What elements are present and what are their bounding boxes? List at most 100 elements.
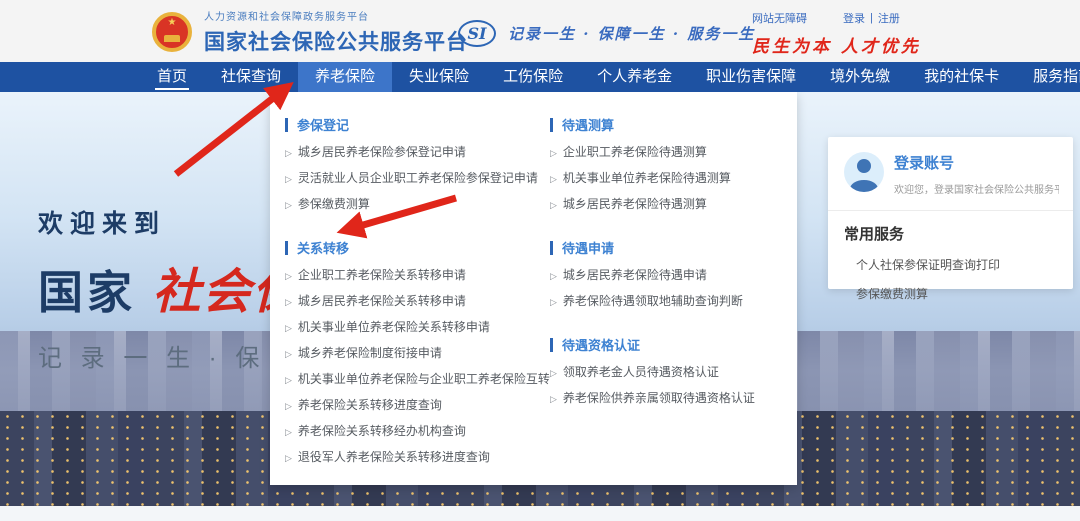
- nav-item-work-injury[interactable]: 工伤保险: [486, 62, 580, 92]
- bottom-strip: [0, 506, 1080, 521]
- top-header: 人力资源和社会保障政务服务平台 国家社会保险公共服务平台 SI 记录一生 · 保…: [0, 0, 1080, 62]
- triangle-bullet-icon: ▷: [285, 401, 292, 411]
- section-bar-icon: [550, 118, 553, 132]
- nav-item-service-guide[interactable]: 服务指南: [1016, 62, 1080, 92]
- dropdown-col-1: 参保登记 ▷ 城乡居民养老保险参保登记申请 ▷灵活就业人员企业职工养老保险参保登记…: [285, 92, 535, 465]
- login-card: 登录账号 欢迎您，登录国家社会保险公共服务平台！ 常用服务 个人社保参保证明查询…: [828, 137, 1073, 289]
- menu-item-label: 城乡养老保险制度衔接申请: [298, 346, 442, 360]
- brand-block: 人力资源和社会保障政务服务平台 国家社会保险公共服务平台: [152, 8, 468, 56]
- section-bar-icon: [285, 241, 288, 255]
- menu-item-label: 城乡居民养老保险参保登记申请: [298, 145, 466, 159]
- login-link[interactable]: 登录: [843, 10, 865, 26]
- nav-item-occupational-injury[interactable]: 职业伤害保障: [689, 62, 813, 92]
- section-title-benefit-apply: 待遇申请: [550, 238, 780, 257]
- menu-item[interactable]: ▷企业职工养老保险关系转移申请: [285, 268, 535, 283]
- nav-item-social-query[interactable]: 社保查询: [204, 62, 298, 92]
- triangle-bullet-icon: ▷: [285, 375, 292, 385]
- section-title-benefit-calc: 待遇测算: [550, 115, 780, 134]
- hero-banner: 欢迎来到 国家 社会保 记 录 一 生 · 保 障 参保登记 ▷城乡居民养老保险…: [0, 92, 1080, 506]
- triangle-bullet-icon: ▷: [550, 271, 557, 281]
- menu-item-label: 城乡居民养老保险待遇申请: [563, 268, 707, 282]
- triangle-bullet-icon: ▷: [550, 394, 557, 404]
- section-bar-icon: [550, 338, 553, 352]
- triangle-bullet-icon: ▷: [550, 297, 557, 307]
- menu-item[interactable]: ▷ 城乡养老保险制度衔接申请: [285, 346, 535, 361]
- menu-item[interactable]: ▷ 参保缴费测算: [285, 197, 535, 212]
- login-card-top: 登录账号 欢迎您，登录国家社会保险公共服务平台！: [828, 137, 1073, 211]
- nav-item-my-card[interactable]: 我的社保卡: [907, 62, 1016, 92]
- triangle-bullet-icon: ▷: [550, 174, 557, 184]
- login-welcome-text: 欢迎您，登录国家社会保险公共服务平台！: [894, 181, 1059, 196]
- menu-item-label: 参保缴费测算: [298, 197, 370, 211]
- si-logo-icon: SI: [458, 20, 496, 47]
- nav-item-home[interactable]: 首页: [140, 62, 204, 92]
- platform-subtitle: 人力资源和社会保障政务服务平台: [204, 8, 468, 23]
- dropdown-col-2: 待遇测算 ▷企业职工养老保险待遇测算 ▷机关事业单位养老保险待遇测算 ▷城乡居民…: [535, 92, 780, 465]
- triangle-bullet-icon: ▷: [285, 323, 292, 333]
- triangle-bullet-icon: ▷: [285, 148, 292, 158]
- menu-item[interactable]: ▷城乡居民养老保险关系转移申请: [285, 294, 535, 309]
- brand-text: 人力资源和社会保障政务服务平台 国家社会保险公共服务平台: [204, 8, 468, 56]
- triangle-bullet-icon: ▷: [550, 368, 557, 378]
- menu-item[interactable]: ▷ 城乡居民养老保险待遇申请: [550, 268, 780, 283]
- calligraphy-motto: 民生为本 人才优先: [752, 32, 982, 57]
- section-bar-icon: [285, 118, 288, 132]
- nav-item-pension[interactable]: 养老保险: [298, 62, 392, 92]
- menu-item[interactable]: ▷ 养老保险供养亲属领取待遇资格认证: [550, 391, 780, 406]
- triangle-bullet-icon: ▷: [285, 200, 292, 210]
- menu-item[interactable]: ▷领取养老金人员待遇资格认证: [550, 365, 780, 380]
- menu-item[interactable]: ▷ 机关事业单位养老保险关系转移申请: [285, 320, 535, 335]
- service-link-contribution-calc[interactable]: 参保缴费测算: [856, 285, 1057, 302]
- menu-item-label: 机关事业单位养老保险待遇测算: [563, 171, 731, 185]
- menu-item-label: 养老保险供养亲属领取待遇资格认证: [563, 391, 755, 405]
- nav-item-personal-pension[interactable]: 个人养老金: [580, 62, 689, 92]
- section-title-qualification: 待遇资格认证: [550, 335, 780, 354]
- menu-item-label: 养老保险关系转移进度查询: [298, 398, 442, 412]
- header-right: 网站无障碍 登录 | 注册 民生为本 人才优先: [752, 10, 982, 57]
- common-services: 常用服务 个人社保参保证明查询打印 参保缴费测算: [828, 211, 1073, 302]
- slogan-block: SI 记录一生 · 保障一生 · 服务一生: [458, 20, 755, 47]
- banner-welcome-block: 欢迎来到 国家 社会保 记 录 一 生 · 保 障: [38, 204, 308, 373]
- menu-item[interactable]: ▷城乡居民养老保险待遇测算: [550, 197, 780, 212]
- section-title-text: 参保登记: [297, 115, 349, 134]
- banner-welcome-text: 欢迎来到: [38, 204, 308, 240]
- banner-title-prefix: 国家: [38, 267, 136, 318]
- accessibility-link[interactable]: 网站无障碍: [752, 10, 807, 26]
- menu-item[interactable]: ▷ 城乡居民养老保险参保登记申请: [285, 145, 535, 160]
- service-link-certificate-print[interactable]: 个人社保参保证明查询打印: [856, 256, 1057, 273]
- link-separator: |: [870, 12, 873, 24]
- banner-subtitle: 记 录 一 生 · 保 障: [38, 338, 308, 373]
- menu-item-label: 机关事业单位养老保险与企业职工养老保险互转: [298, 372, 550, 386]
- register-link[interactable]: 注册: [878, 10, 900, 26]
- menu-item-label: 城乡居民养老保险待遇测算: [563, 197, 707, 211]
- section-title-text: 待遇测算: [562, 115, 614, 134]
- section-title-text: 待遇资格认证: [562, 335, 640, 354]
- nav-item-overseas-exemption[interactable]: 境外免缴: [813, 62, 907, 92]
- menu-item[interactable]: ▷灵活就业人员企业职工养老保险参保登记申请: [285, 171, 535, 186]
- user-avatar-icon: [844, 152, 884, 192]
- menu-item[interactable]: ▷养老保险待遇领取地辅助查询判断: [550, 294, 780, 309]
- section-title-text: 关系转移: [297, 238, 349, 257]
- menu-item[interactable]: ▷ 企业职工养老保险待遇测算: [550, 145, 780, 160]
- menu-item[interactable]: ▷ 机关事业单位养老保险待遇测算: [550, 171, 780, 186]
- menu-item-label: 城乡居民养老保险关系转移申请: [298, 294, 466, 308]
- main-nav: 首页 社保查询 养老保险 失业保险 工伤保险 个人养老金 职业伤害保障 境外免缴…: [0, 62, 1080, 92]
- national-emblem-icon: [152, 12, 192, 52]
- section-title-text: 待遇申请: [562, 238, 614, 257]
- platform-title: 国家社会保险公共服务平台: [204, 26, 468, 56]
- menu-item[interactable]: ▷机关事业单位养老保险与企业职工养老保险互转: [285, 372, 535, 387]
- menu-item-label: 机关事业单位养老保险关系转移申请: [298, 320, 490, 334]
- section-title-registration: 参保登记: [285, 115, 535, 134]
- banner-title: 国家 社会保: [38, 252, 308, 322]
- menu-item[interactable]: ▷养老保险关系转移经办机构查询: [285, 424, 535, 439]
- menu-item-label: 退役军人养老保险关系转移进度查询: [298, 450, 490, 464]
- nav-item-unemployment[interactable]: 失业保险: [392, 62, 486, 92]
- menu-item-label: 养老保险关系转移经办机构查询: [298, 424, 466, 438]
- triangle-bullet-icon: ▷: [550, 148, 557, 158]
- menu-item[interactable]: ▷ 养老保险关系转移进度查询: [285, 398, 535, 413]
- menu-item-label: 企业职工养老保险待遇测算: [563, 145, 707, 159]
- menu-item[interactable]: ▷退役军人养老保险关系转移进度查询: [285, 450, 535, 465]
- section-title-transfer: 关系转移: [285, 238, 535, 257]
- login-account-link[interactable]: 登录账号: [894, 152, 1059, 173]
- triangle-bullet-icon: ▷: [285, 349, 292, 359]
